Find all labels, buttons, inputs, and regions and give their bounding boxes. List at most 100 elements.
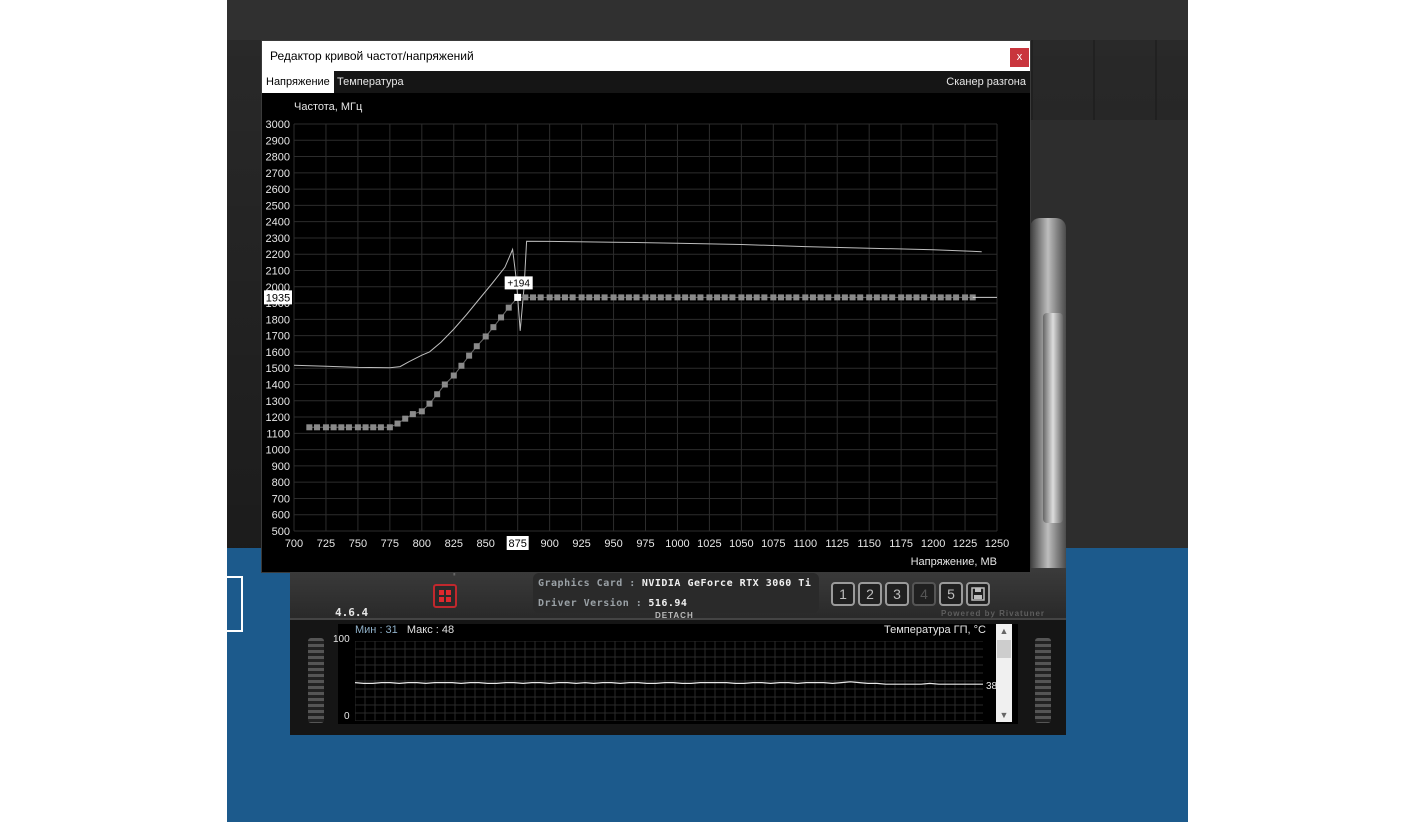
curve-point: [682, 294, 689, 301]
curve-point: [674, 294, 681, 301]
title-bar[interactable]: Редактор кривой частот/напряжений x: [262, 41, 1030, 71]
curve-point: [450, 372, 457, 379]
voltage-frequency-curve[interactable]: Частота, МГц Напряжение, МВ 500 600 700 800 90…: [262, 93, 1030, 572]
graphics-card-value: NVIDIA GeForce RTX 3060 Ti: [641, 578, 812, 589]
temperature-line: [355, 681, 983, 685]
curve-point: [377, 424, 384, 431]
x-tick-label: 975: [636, 538, 654, 550]
y-tick-label: 1400: [266, 379, 290, 391]
x-tick-label: 950: [604, 538, 622, 550]
curve-point: [490, 324, 497, 331]
y-tick-label: 2400: [266, 217, 290, 229]
curve-point: [841, 294, 848, 301]
driver-version-label: Driver Version :: [538, 598, 643, 609]
tab-temperature[interactable]: Температура: [333, 71, 408, 93]
curve-point: [770, 294, 777, 301]
skin-spring-left: [308, 638, 324, 723]
curve-point: [345, 424, 352, 431]
curve-point: [785, 294, 792, 301]
y-tick-label: 500: [272, 526, 290, 538]
curve-point: [362, 424, 369, 431]
curve-point: [338, 424, 345, 431]
x-tick-label: 700: [285, 538, 303, 550]
curve-point: [849, 294, 856, 301]
curve-point: [426, 400, 433, 407]
x-tick-label: 1200: [921, 538, 945, 550]
curve-point: [434, 391, 441, 398]
y-tick-label: 1300: [266, 396, 290, 408]
curve-point: [881, 294, 888, 301]
curve-point: [561, 294, 568, 301]
curve-point: [370, 424, 377, 431]
curve-point: [793, 294, 800, 301]
y-tick-label: 2500: [266, 200, 290, 212]
profile-5-button[interactable]: 5: [939, 582, 963, 606]
y-tick-label: 1000: [266, 445, 290, 457]
scroll-down-icon[interactable]: ▼: [996, 708, 1012, 722]
curve-point: [889, 294, 896, 301]
graphics-card-row: Graphics Card : NVIDIA GeForce RTX 3060 T…: [538, 578, 811, 589]
profile-4-button[interactable]: 4: [912, 582, 936, 606]
y-tick-label: 1700: [266, 331, 290, 343]
afterburner-skin-rail: [1043, 313, 1063, 523]
curve-point: [498, 314, 505, 321]
monitor-y-min: 0: [344, 711, 350, 722]
tab-voltage[interactable]: Напряжение: [262, 71, 334, 93]
y-tick-label: 2900: [266, 135, 290, 147]
curve-point: [866, 294, 873, 301]
oc-scanner-button[interactable]: Сканер разгона: [946, 71, 1026, 93]
curve-point: [746, 294, 753, 301]
curve-point: [441, 381, 448, 388]
curve-point: [546, 294, 553, 301]
curve-point: [522, 294, 529, 301]
scroll-up-icon[interactable]: ▲: [996, 624, 1012, 638]
curve-point: [930, 294, 937, 301]
curve-point: [729, 294, 736, 301]
curve-point: [921, 294, 928, 301]
curve-point: [386, 424, 393, 431]
close-button[interactable]: x: [1010, 48, 1029, 67]
tab-bar: Напряжение Температура Сканер разгона: [262, 71, 1030, 93]
curve-point: [601, 294, 608, 301]
driver-version-value: 516.94: [648, 598, 688, 609]
x-tick-label: 1075: [761, 538, 785, 550]
x-tick-label: 1225: [953, 538, 977, 550]
profile-2-button[interactable]: 2: [858, 582, 882, 606]
save-profile-button[interactable]: [966, 582, 990, 606]
y-tick-label: 800: [272, 477, 290, 489]
y-tick-label: 1600: [266, 347, 290, 359]
highlight-y-label: 1935: [266, 292, 290, 304]
curve-point: [418, 408, 425, 415]
y-tick-label: 2100: [266, 266, 290, 278]
curve-point: [706, 294, 713, 301]
x-tick-label: 1025: [697, 538, 721, 550]
x-tick-label: 800: [413, 538, 431, 550]
curve-point: [625, 294, 632, 301]
curve-point: [330, 424, 337, 431]
profile-1-button[interactable]: 1: [831, 582, 855, 606]
curve-point: [738, 294, 745, 301]
monitor-scrollbar[interactable]: ▲ ▼: [996, 624, 1012, 722]
background-frame-edge: [227, 576, 243, 632]
temperature-graph: [355, 641, 983, 721]
curve-point: [578, 294, 585, 301]
x-tick-label: 925: [572, 538, 590, 550]
x-tick-label: 1250: [985, 538, 1009, 550]
curve-point: [657, 294, 664, 301]
curve-point: [945, 294, 952, 301]
curve-point: [962, 294, 969, 301]
profile-3-button[interactable]: 3: [885, 582, 909, 606]
x-tick-label: 1150: [857, 538, 881, 550]
scroll-thumb[interactable]: [997, 640, 1011, 658]
x-tick-label: 850: [477, 538, 495, 550]
startup-windows-button[interactable]: [433, 584, 457, 608]
curve-point: [761, 294, 768, 301]
curve-point: [953, 294, 960, 301]
curve-point: [505, 304, 512, 311]
curve-editor-window: Редактор кривой частот/напряжений x Напр…: [262, 41, 1030, 572]
curve-point: [354, 424, 361, 431]
curve-point: [633, 294, 640, 301]
curve-point: [665, 294, 672, 301]
y-tick-label: 3000: [266, 119, 290, 131]
curve-point: [482, 333, 489, 340]
